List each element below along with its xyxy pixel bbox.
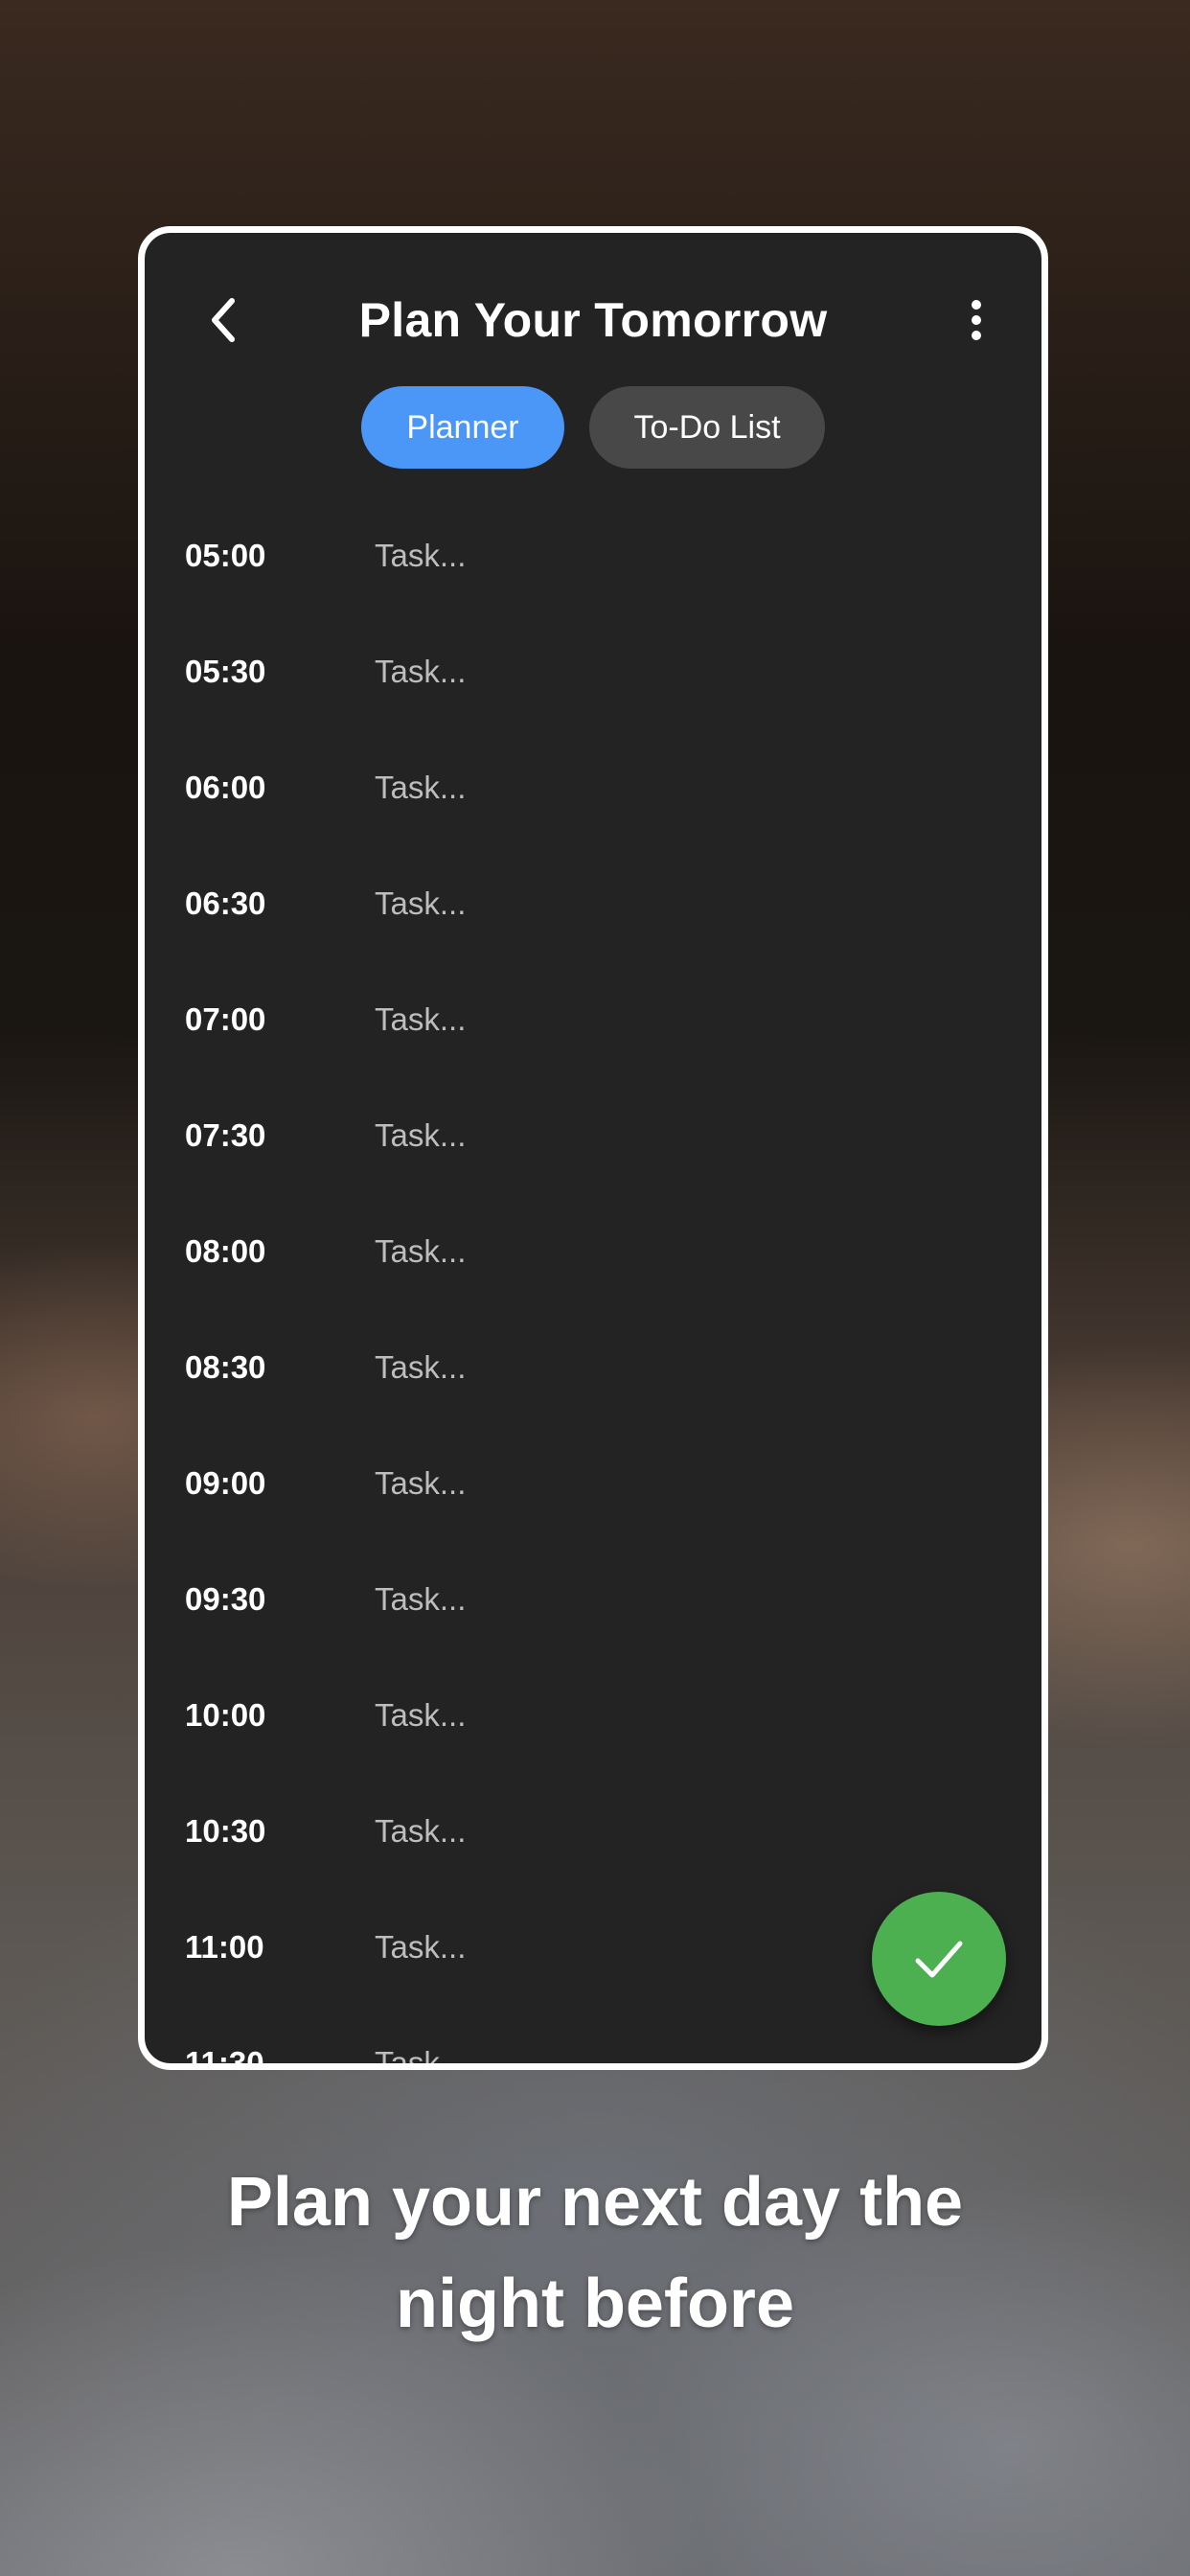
planner-row: 05:00 Task... — [145, 518, 1041, 634]
time-label: 09:30 — [185, 1581, 266, 1617]
task-input[interactable]: Task... — [375, 1813, 466, 1850]
planner-row: 07:00 Task... — [145, 982, 1041, 1098]
planner-row: 09:30 Task... — [145, 1562, 1041, 1678]
time-label: 07:30 — [185, 1117, 266, 1153]
planner-row: 08:00 Task... — [145, 1214, 1041, 1330]
task-input[interactable]: Task... — [375, 1117, 466, 1154]
planner-row: 09:00 Task... — [145, 1446, 1041, 1562]
time-label: 10:00 — [185, 1697, 266, 1733]
time-label: 08:30 — [185, 1349, 266, 1385]
tab-bar: Planner To-Do List — [145, 386, 1041, 469]
planner-row: 10:00 Task... — [145, 1678, 1041, 1794]
app-screen: Plan Your Tomorrow Planner To-Do List 05… — [138, 226, 1048, 2070]
task-input[interactable]: Task... — [375, 1233, 466, 1270]
time-label: 10:30 — [185, 1813, 266, 1849]
task-input[interactable]: Task... — [375, 1349, 466, 1386]
planner-list: 05:00 Task... 05:30 Task... 06:00 Task..… — [145, 518, 1041, 2070]
task-input[interactable]: Task... — [375, 1001, 466, 1038]
more-options-button[interactable] — [957, 290, 995, 350]
time-label: 05:00 — [185, 538, 266, 573]
time-label: 11:30 — [185, 2045, 264, 2070]
task-input[interactable]: Task... — [375, 2045, 466, 2063]
task-input[interactable]: Task... — [375, 1465, 466, 1502]
caption-line-1: Plan your next day the — [226, 2164, 964, 2241]
confirm-fab-button[interactable] — [872, 1892, 1006, 2026]
task-input[interactable]: Task... — [375, 886, 466, 922]
planner-row: 11:30 Task... — [145, 2026, 1041, 2070]
tab-planner[interactable]: Planner — [361, 386, 564, 469]
planner-row: 06:30 Task... — [145, 866, 1041, 982]
time-label: 07:00 — [185, 1001, 266, 1037]
time-label: 06:00 — [185, 770, 266, 805]
page-title: Plan Your Tomorrow — [358, 293, 828, 347]
planner-row: 10:30 Task... — [145, 1794, 1041, 1910]
time-label: 05:30 — [185, 654, 266, 689]
time-label: 06:30 — [185, 886, 266, 921]
time-label: 09:00 — [185, 1465, 266, 1501]
planner-row: 05:30 Task... — [145, 634, 1041, 750]
planner-row: 07:30 Task... — [145, 1098, 1041, 1214]
task-input[interactable]: Task... — [375, 1581, 466, 1618]
tab-todo-list[interactable]: To-Do List — [589, 386, 825, 469]
checkmark-icon — [915, 1941, 963, 1978]
task-input[interactable]: Task... — [375, 538, 466, 574]
planner-row: 06:00 Task... — [145, 750, 1041, 866]
promo-caption: Plan your next day the night before — [0, 2151, 1190, 2355]
task-input[interactable]: Task... — [375, 1697, 466, 1734]
caption-line-2: night before — [396, 2266, 794, 2342]
more-vertical-icon — [972, 300, 981, 310]
task-input[interactable]: Task... — [375, 1929, 466, 1966]
task-input[interactable]: Task... — [375, 770, 466, 806]
time-label: 08:00 — [185, 1233, 266, 1269]
task-input[interactable]: Task... — [375, 654, 466, 690]
time-label: 11:00 — [185, 1929, 264, 1965]
planner-row: 08:30 Task... — [145, 1330, 1041, 1446]
